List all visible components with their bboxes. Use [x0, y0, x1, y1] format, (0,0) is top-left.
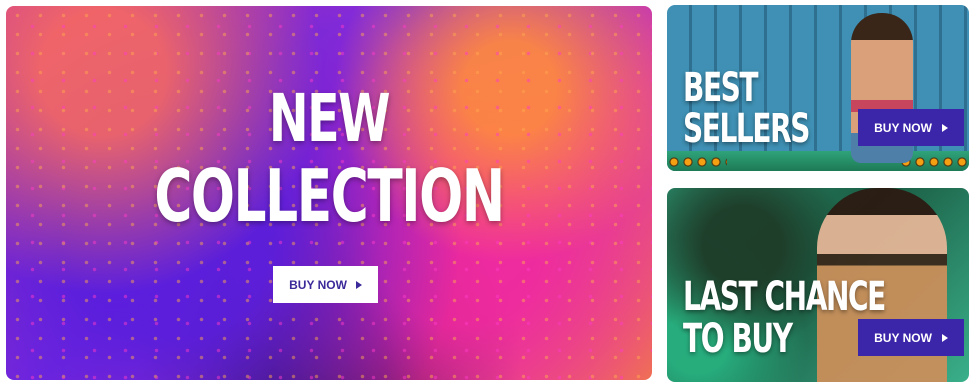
- flowers-left: [667, 155, 727, 169]
- hero-title-line2: COLLECTION: [154, 154, 505, 238]
- last-chance-banner[interactable]: LAST CHANCE TO BUY BUY NOW: [667, 188, 969, 382]
- buy-now-label: BUY NOW: [874, 120, 932, 135]
- last-chance-title-line2: TO BUY: [683, 316, 793, 362]
- play-triangle-icon: [355, 280, 362, 289]
- buy-now-label: BUY NOW: [289, 277, 347, 292]
- best-sellers-buy-now-button[interactable]: BUY NOW: [858, 109, 964, 146]
- new-collection-buy-now-button[interactable]: BUY NOW: [273, 266, 378, 303]
- last-chance-buy-now-button[interactable]: BUY NOW: [858, 319, 964, 356]
- hero-title-line1: NEW: [268, 80, 391, 157]
- last-chance-title-line1: LAST CHANCE: [683, 274, 886, 320]
- buy-now-label: BUY NOW: [874, 330, 932, 345]
- play-triangle-icon: [941, 123, 948, 132]
- play-triangle-icon: [941, 333, 948, 342]
- best-sellers-title-line2: SELLERS: [683, 106, 810, 152]
- best-sellers-title-line1: BEST: [683, 65, 759, 111]
- best-sellers-banner[interactable]: BEST SELLERS BUY NOW: [667, 5, 969, 171]
- new-collection-banner[interactable]: NEW COLLECTION BUY NOW: [6, 6, 652, 380]
